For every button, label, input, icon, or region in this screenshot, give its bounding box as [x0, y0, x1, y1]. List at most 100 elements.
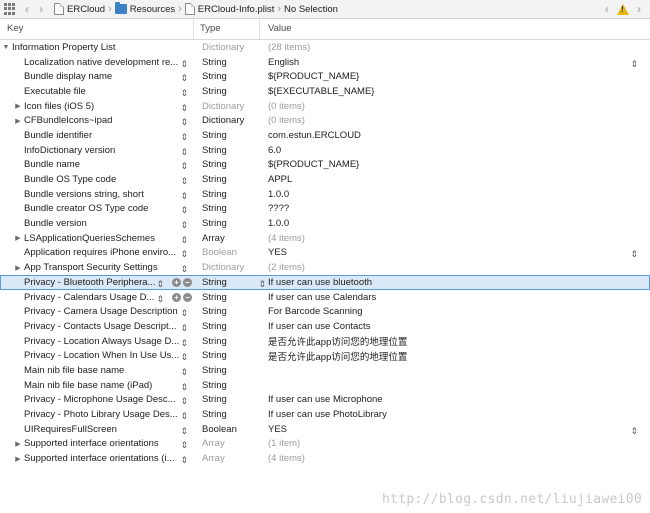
value-cell[interactable]: 是否允许此app访问您的地理位置: [260, 349, 650, 363]
plist-row[interactable]: ▶ App Transport Security Settings ⇕ Diction…: [0, 260, 650, 275]
key-stepper-icon[interactable]: ⇕: [180, 454, 188, 464]
type-cell[interactable]: Boolean: [194, 424, 260, 435]
key-stepper-icon[interactable]: ⇕: [180, 204, 188, 214]
back-arrow-icon[interactable]: ‹: [20, 1, 34, 17]
plist-row[interactable]: Privacy - Calendars Usage D... ⇕ + − String I…: [0, 290, 650, 305]
plist-row[interactable]: ▶ Supported interface orientations ⇕ Array (…: [0, 437, 650, 452]
breadcrumb-item-selection[interactable]: No Selection: [284, 4, 338, 15]
key-cell[interactable]: ▶ Icon files (iOS 5) ⇕: [0, 101, 194, 112]
key-cell[interactable]: Executable file ⇕: [0, 86, 194, 97]
key-cell[interactable]: Bundle display name ⇕: [0, 71, 194, 82]
key-stepper-icon[interactable]: ⇕: [180, 131, 188, 141]
key-cell[interactable]: Bundle OS Type code ⇕: [0, 174, 194, 185]
value-cell[interactable]: (2 items): [260, 262, 650, 273]
value-cell[interactable]: 1.0.0: [260, 218, 650, 229]
next-issue-icon[interactable]: ›: [632, 1, 646, 17]
plist-row[interactable]: Application requires iPhone enviro... ⇕ Bo…: [0, 246, 650, 261]
type-cell[interactable]: Boolean: [194, 247, 260, 258]
type-cell[interactable]: String: [194, 306, 260, 317]
related-items-icon[interactable]: [4, 3, 16, 15]
type-cell[interactable]: Dictionary: [194, 42, 260, 53]
value-cell[interactable]: 是否允许此app访问您的地理位置: [260, 334, 650, 348]
value-cell[interactable]: APPL: [260, 174, 650, 185]
key-cell[interactable]: Main nib file base name ⇕: [0, 365, 194, 376]
key-stepper-icon[interactable]: ⇕: [156, 293, 164, 303]
value-cell[interactable]: 1.0.0: [260, 189, 650, 200]
plist-row[interactable]: Executable file ⇕ String ${EXECUTABLE_NAME}: [0, 84, 650, 99]
value-cell[interactable]: For Barcode Scanning: [260, 306, 650, 317]
plist-row[interactable]: Bundle display name ⇕ String ${PRODUCT_NAME…: [0, 69, 650, 84]
plist-row[interactable]: Bundle version ⇕ String 1.0.0: [0, 216, 650, 231]
plist-row[interactable]: ▶ Icon files (iOS 5) ⇕ Dictionary (0 items): [0, 99, 650, 114]
value-cell[interactable]: If user can use Calendars: [260, 292, 650, 303]
key-stepper-icon[interactable]: ⇕: [156, 278, 164, 288]
type-cell[interactable]: String ⇕: [194, 277, 266, 289]
plist-row[interactable]: Bundle identifier ⇕ String com.estun.ERCLOU…: [0, 128, 650, 143]
type-cell[interactable]: String: [194, 86, 260, 97]
value-cell[interactable]: If user can use bluetooth: [260, 277, 650, 288]
key-cell[interactable]: UIRequiresFullScreen ⇕: [0, 424, 194, 435]
plist-row[interactable]: Main nib file base name ⇕ String: [0, 363, 650, 378]
plist-row[interactable]: Privacy - Camera Usage Description ⇕ Strin…: [0, 304, 650, 319]
value-cell[interactable]: (4 items): [260, 233, 650, 244]
type-cell[interactable]: String: [194, 159, 260, 170]
key-cell[interactable]: Privacy - Location Always Usage D... ⇕: [0, 336, 194, 347]
key-stepper-icon[interactable]: ⇕: [180, 58, 188, 68]
type-cell[interactable]: Dictionary: [194, 262, 260, 273]
type-cell[interactable]: String: [194, 174, 260, 185]
plist-row[interactable]: Privacy - Location Always Usage D... ⇕ Str…: [0, 334, 650, 349]
plist-row[interactable]: Privacy - Bluetooth Periphera... ⇕ + − Strin…: [0, 275, 650, 290]
key-cell[interactable]: Privacy - Bluetooth Periphera... ⇕ + −: [0, 277, 194, 288]
disclosure-closed-icon[interactable]: ▶: [14, 102, 22, 110]
key-cell[interactable]: ▶ App Transport Security Settings ⇕: [0, 262, 194, 273]
key-stepper-icon[interactable]: ⇕: [180, 337, 188, 347]
value-popup-icon[interactable]: ⇕: [630, 58, 638, 70]
column-header-type[interactable]: Type: [194, 19, 260, 39]
value-cell[interactable]: ????: [260, 203, 650, 214]
column-header-key[interactable]: Key: [0, 19, 194, 39]
warning-icon[interactable]: !: [617, 3, 629, 15]
add-row-icon[interactable]: +: [172, 277, 181, 287]
key-stepper-icon[interactable]: ⇕: [180, 72, 188, 82]
key-cell[interactable]: ▶ CFBundleIcons~ipad ⇕: [0, 115, 194, 126]
type-cell[interactable]: String: [194, 336, 260, 347]
disclosure-open-icon[interactable]: ▼: [2, 44, 10, 51]
key-cell[interactable]: ▶ Supported interface orientations (i... ⇕: [0, 453, 194, 464]
type-cell[interactable]: String: [194, 189, 260, 200]
value-cell[interactable]: com.estun.ERCLOUD: [260, 130, 650, 141]
type-cell[interactable]: String: [194, 71, 260, 82]
type-cell[interactable]: String: [194, 350, 260, 361]
key-cell[interactable]: ▶ Supported interface orientations ⇕: [0, 438, 194, 449]
plist-row[interactable]: ▼ Information Property List Dictionary (28 …: [0, 40, 650, 55]
key-stepper-icon[interactable]: ⇕: [180, 234, 188, 244]
plist-row[interactable]: UIRequiresFullScreen ⇕ Boolean YES ⇕: [0, 422, 650, 437]
type-cell[interactable]: Array: [194, 438, 260, 449]
value-cell[interactable]: (1 item): [260, 438, 650, 449]
key-stepper-icon[interactable]: ⇕: [180, 102, 188, 112]
key-stepper-icon[interactable]: ⇕: [180, 425, 188, 435]
breadcrumb-item-folder[interactable]: Resources: [130, 4, 175, 15]
key-cell[interactable]: Privacy - Camera Usage Description ⇕: [0, 306, 194, 317]
type-cell[interactable]: Array: [194, 453, 260, 464]
value-cell[interactable]: (0 items): [260, 115, 650, 126]
key-stepper-icon[interactable]: ⇕: [180, 410, 188, 420]
type-cell[interactable]: String: [194, 394, 260, 405]
disclosure-closed-icon[interactable]: ▶: [14, 117, 22, 125]
value-popup-icon[interactable]: ⇕: [630, 425, 638, 437]
type-cell[interactable]: String: [194, 365, 260, 376]
value-cell[interactable]: 6.0: [260, 145, 650, 156]
forward-arrow-icon[interactable]: ›: [34, 1, 48, 17]
key-stepper-icon[interactable]: ⇕: [180, 87, 188, 97]
type-cell[interactable]: Dictionary: [194, 101, 260, 112]
breadcrumb-item-project[interactable]: ERCloud: [67, 4, 105, 15]
key-stepper-icon[interactable]: ⇕: [180, 395, 188, 405]
value-cell[interactable]: English ⇕: [260, 57, 650, 70]
value-cell[interactable]: YES ⇕: [260, 247, 650, 259]
plist-row[interactable]: InfoDictionary version ⇕ String 6.0: [0, 143, 650, 158]
key-cell[interactable]: Bundle versions string, short ⇕: [0, 189, 194, 200]
type-cell[interactable]: String: [194, 203, 260, 214]
disclosure-closed-icon[interactable]: ▶: [14, 440, 22, 448]
plist-row[interactable]: Privacy - Contacts Usage Descript... ⇕ Str…: [0, 319, 650, 334]
plist-row[interactable]: Bundle name ⇕ String ${PRODUCT_NAME}: [0, 158, 650, 173]
plist-row[interactable]: Bundle OS Type code ⇕ String APPL: [0, 172, 650, 187]
